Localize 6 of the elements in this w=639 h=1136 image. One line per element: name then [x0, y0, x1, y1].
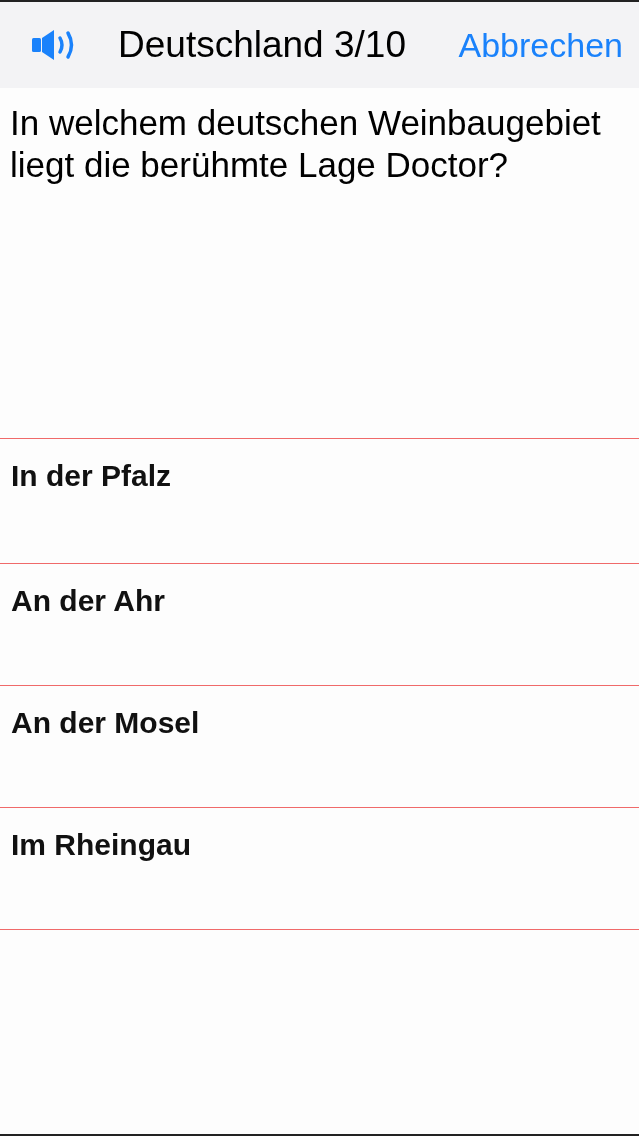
- answer-option[interactable]: An der Ahr: [0, 564, 639, 686]
- question-text: In welchem deutschen Weinbaugebiet liegt die berühmte Lage Doctor?: [10, 102, 602, 186]
- answer-option[interactable]: An der Mosel: [0, 686, 639, 808]
- answer-option[interactable]: In der Pfalz: [0, 439, 639, 564]
- answer-option[interactable]: Im Rheingau: [0, 808, 639, 930]
- quiz-title: Deutschland 3/10: [118, 23, 406, 68]
